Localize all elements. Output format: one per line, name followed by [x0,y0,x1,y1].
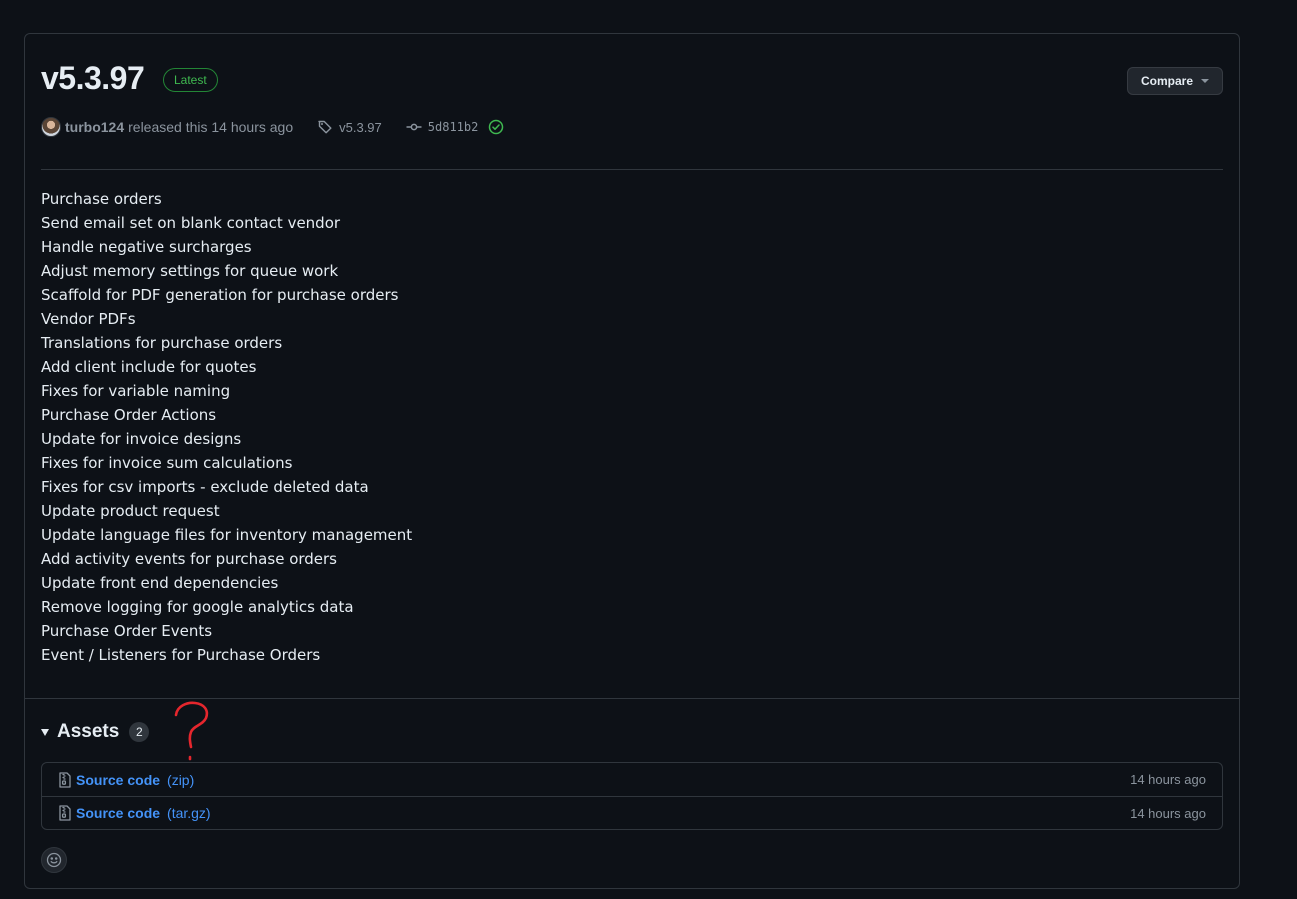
assets-section: Assets 2 Source code (zip) 14 hours ago [25,698,1239,873]
asset-ext[interactable]: (zip) [167,772,194,788]
chevron-down-icon [1201,79,1209,83]
tag-label: v5.3.97 [339,119,382,135]
asset-row: Source code (zip) 14 hours ago [42,763,1222,796]
release-meta: turbo124 released this 14 hours ago v5.3… [41,116,1223,138]
assets-toggle[interactable]: Assets 2 [41,721,150,743]
note-item: Update front end dependencies [41,574,279,592]
note-item: Update language files for inventory mana… [41,526,413,544]
compare-label: Compare [1140,74,1193,88]
add-reaction-button[interactable] [41,847,67,873]
released-text: released this 14 hours ago [128,119,294,135]
question-mark-annotation [174,701,209,761]
note-item: Update product request [41,502,220,520]
commit-link[interactable]: 5d811b2 [406,119,505,135]
avatar[interactable] [41,117,61,137]
smiley-icon [46,852,62,868]
asset-time: 14 hours ago [1130,805,1206,821]
author-link[interactable]: turbo124 [65,119,124,135]
assets-list: Source code (zip) 14 hours ago Source co… [41,762,1223,830]
note-item: Update for invoice designs [41,430,242,448]
note-item: Fixes for variable naming [41,382,231,400]
note-item: Scaffold for PDF generation for purchase… [41,286,399,304]
asset-link-zip[interactable]: Source code [76,772,160,788]
release-header: v5.3.97 Latest Compare [41,58,1223,98]
assets-count-badge: 2 [129,722,150,742]
note-item: Vendor PDFs [41,310,136,328]
note-item: Add activity events for purchase orders [41,550,338,568]
note-item: Translations for purchase orders [41,334,283,352]
note-item: Add client include for quotes [41,358,257,376]
asset-row: Source code (tar.gz) 14 hours ago [42,796,1222,829]
note-item: Adjust memory settings for queue work [41,262,339,280]
check-circle-icon[interactable] [488,119,504,135]
note-item: Handle negative surcharges [41,238,252,256]
asset-ext[interactable]: (tar.gz) [167,805,211,821]
note-item: Remove logging for google analytics data [41,598,354,616]
note-item: Purchase orders [41,190,162,208]
note-item: Purchase Order Events [41,622,213,640]
tag-icon [317,119,333,135]
file-zip-icon [58,771,72,788]
note-item: Event / Listeners for Purchase Orders [41,646,321,664]
asset-link-tar-gz[interactable]: Source code [76,805,160,821]
release-notes: Purchase orders Send email set on blank … [41,187,1223,667]
note-item: Purchase Order Actions [41,406,217,424]
release-title[interactable]: v5.3.97 [41,58,145,98]
assets-title: Assets [57,721,120,742]
file-zip-icon [58,805,72,821]
note-item: Send email set on blank contact vendor [41,214,341,232]
note-item: Fixes for csv imports - exclude deleted … [41,478,369,496]
compare-button[interactable]: Compare [1127,67,1223,95]
release-card: v5.3.97 Latest Compare turbo124 released… [24,33,1240,889]
triangle-down-icon [41,728,49,736]
commit-hash: 5d811b2 [427,120,479,134]
git-commit-icon [406,119,422,135]
asset-time: 14 hours ago [1130,772,1206,787]
divider [41,169,1223,170]
tag-link[interactable]: v5.3.97 [317,119,382,135]
latest-badge: Latest [163,68,218,92]
note-item: Fixes for invoice sum calculations [41,454,293,472]
